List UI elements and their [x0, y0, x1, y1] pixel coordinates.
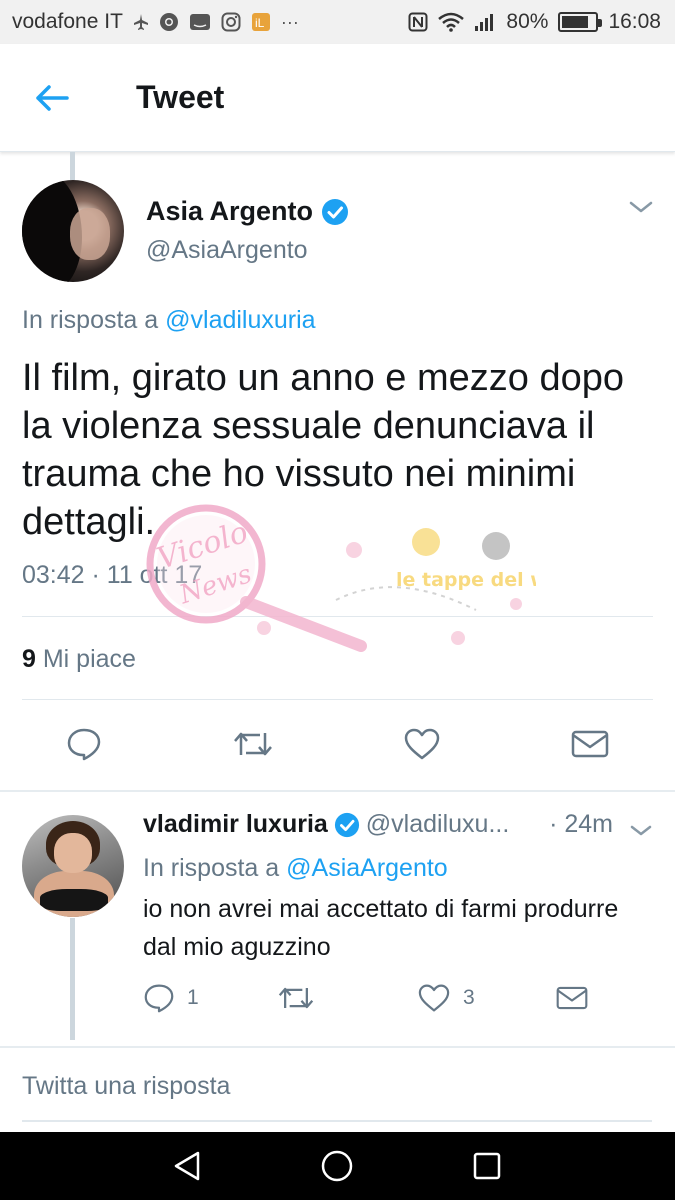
- svg-text:iL: iL: [255, 16, 265, 30]
- verified-badge-icon: [334, 812, 359, 837]
- battery-percent: 80%: [506, 10, 549, 33]
- thread-line: [70, 152, 75, 180]
- arrow-left-icon: [36, 84, 69, 111]
- reply-author-row: vladimir luxuria @vladiluxu... · 24m: [143, 810, 613, 839]
- heart-icon: [404, 728, 440, 760]
- battery-level: [562, 16, 589, 28]
- more-icon: ···: [280, 11, 299, 32]
- reply-prefix: In risposta a: [22, 306, 159, 334]
- author-display-name[interactable]: Asia Argento: [146, 196, 313, 227]
- square-recents-icon: [473, 1152, 501, 1180]
- likes-count: 9: [22, 645, 36, 673]
- author-handle[interactable]: @AsiaArgento: [146, 236, 308, 265]
- verified-badge-icon: [322, 198, 349, 225]
- reply-time: · 24m: [549, 810, 613, 838]
- reply-action-bar: 1 3: [0, 980, 675, 1020]
- retweet-icon: [278, 987, 314, 1009]
- nav-home-button[interactable]: [317, 1146, 357, 1186]
- reply-icon: [67, 728, 101, 761]
- nfc-icon: [408, 12, 428, 32]
- reply-mention-link[interactable]: @vladiluxuria: [165, 306, 315, 334]
- likes-summary[interactable]: 9 Mi piace: [22, 645, 136, 674]
- reply-prefix: In risposta a: [143, 854, 280, 882]
- retweet-icon: [234, 732, 272, 756]
- page-title: Tweet: [136, 79, 225, 115]
- envelope-icon: [556, 986, 588, 1010]
- reply-display-name[interactable]: vladimir luxuria: [143, 810, 328, 839]
- chevron-down-icon[interactable]: [627, 196, 655, 218]
- battery-icon: [558, 12, 603, 32]
- heart-icon: [418, 984, 450, 1012]
- reply-button[interactable]: [62, 722, 106, 766]
- author-name-row: Asia Argento: [146, 196, 349, 227]
- likes-label: Mi piace: [42, 645, 136, 673]
- chrome-icon: [159, 12, 179, 32]
- amazon-icon: [189, 13, 211, 31]
- back-button[interactable]: [22, 68, 82, 128]
- divider: [22, 699, 653, 700]
- tweet-action-bar: [0, 722, 675, 770]
- nav-back-button[interactable]: [167, 1146, 207, 1186]
- signal-icon: [474, 12, 496, 32]
- section-divider: [0, 1046, 675, 1048]
- tweet-text: Il film, girato un anno e mezzo dopo la …: [22, 357, 625, 543]
- avatar[interactable]: [22, 180, 124, 282]
- divider: [22, 616, 653, 617]
- wifi-icon: [438, 12, 465, 32]
- status-bar: vodafone IT iL ··· 80% 16:08: [0, 0, 675, 44]
- section-divider: [0, 790, 675, 792]
- like-button[interactable]: 3: [417, 980, 475, 1016]
- retweet-button[interactable]: [277, 980, 327, 1016]
- chevron-down-icon[interactable]: [629, 822, 653, 840]
- circle-home-icon: [321, 1150, 353, 1182]
- envelope-icon: [571, 730, 609, 758]
- reply-mention-link[interactable]: @AsiaArgento: [286, 854, 448, 882]
- reply-text: io non avrei mai accettato di farmi prod…: [143, 895, 619, 961]
- clock: 16:08: [608, 10, 661, 33]
- reply-button[interactable]: 1: [143, 980, 199, 1016]
- nav-recents-button[interactable]: [467, 1146, 507, 1186]
- compose-reply-input[interactable]: Twitta una risposta: [22, 1072, 652, 1122]
- triangle-back-icon: [174, 1151, 200, 1181]
- reply-icon: [144, 984, 174, 1013]
- header: Tweet: [0, 44, 675, 152]
- direct-message-button[interactable]: [568, 722, 612, 766]
- app-icon: iL: [251, 12, 271, 32]
- thread-line: [70, 918, 75, 1040]
- tweet-timestamp[interactable]: 03:42 · 11 ott 17: [22, 561, 202, 590]
- retweet-button[interactable]: [231, 722, 275, 766]
- direct-message-button[interactable]: [556, 980, 588, 1016]
- system-nav-bar: [0, 1132, 675, 1200]
- reply-context: In risposta a @AsiaArgento: [143, 854, 448, 883]
- reply-context: In risposta a @vladiluxuria: [22, 306, 316, 335]
- like-count: 3: [463, 986, 475, 1009]
- reply-count: 1: [187, 986, 199, 1009]
- flight-off-icon: [133, 13, 149, 31]
- carrier-label: vodafone IT: [12, 10, 123, 33]
- reply-avatar[interactable]: [22, 815, 124, 917]
- reply-handle[interactable]: @vladiluxu...: [366, 810, 510, 839]
- svg-text:le tappe del web: le tappe del web: [396, 569, 536, 591]
- like-button[interactable]: [400, 722, 444, 766]
- instagram-icon: [221, 12, 241, 32]
